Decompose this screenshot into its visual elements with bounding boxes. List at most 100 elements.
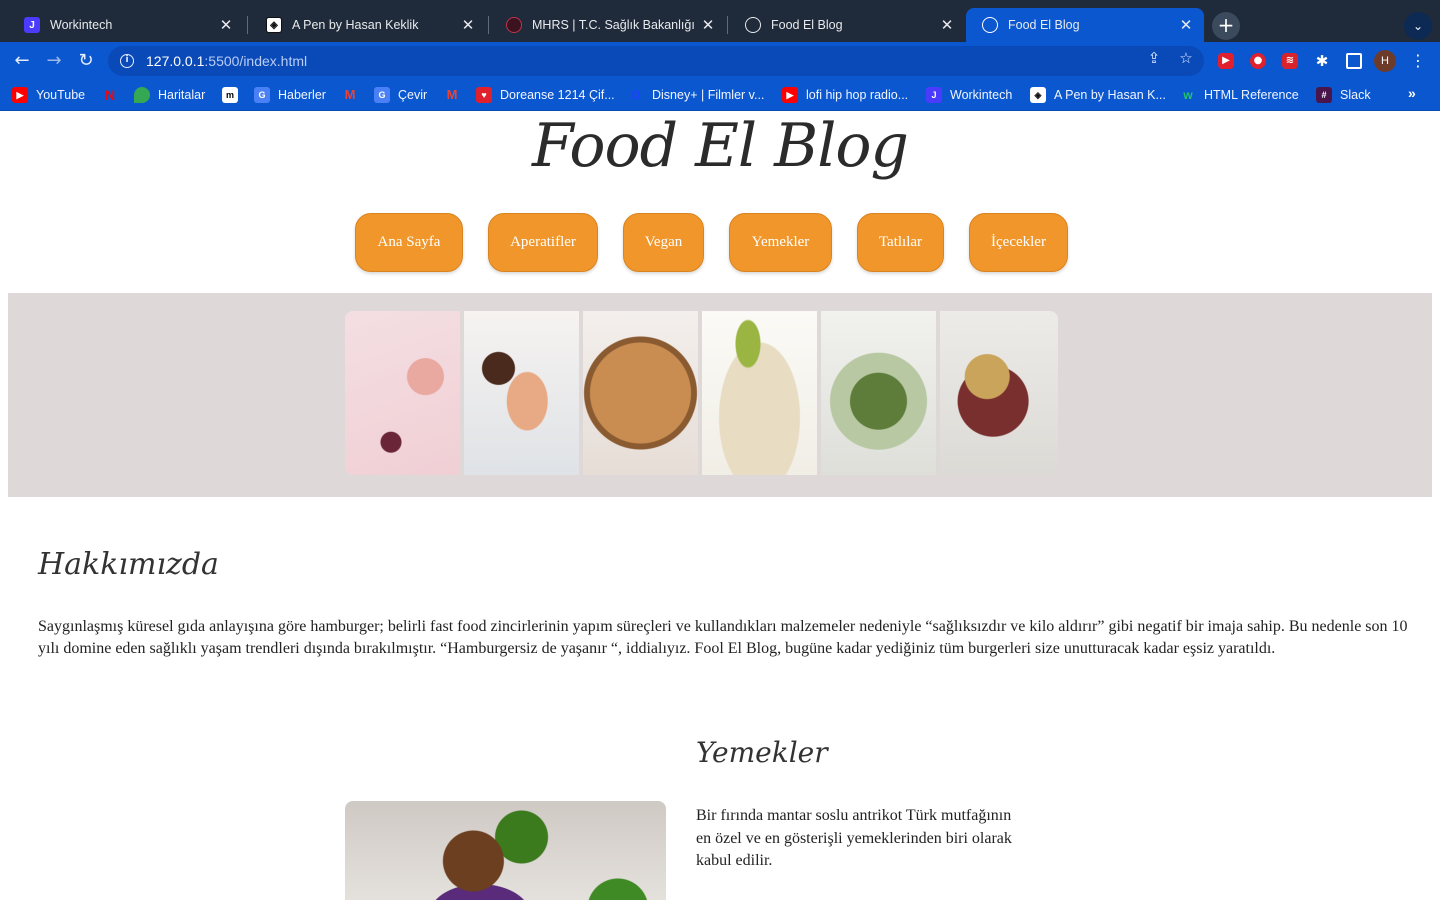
nav-yemekler[interactable]: Yemekler [729,213,832,272]
bookmark-label: HTML Reference [1204,88,1299,102]
bookmark-medium[interactable]: m [222,86,246,104]
page-content: Food El Blog Ana Sayfa Aperatifler Vegan… [0,111,1440,900]
close-icon[interactable]: ✕ [939,16,955,34]
side-panel-icon[interactable] [1346,53,1362,69]
forward-arrow-icon[interactable]: → [42,49,66,73]
bookmark-doreanse[interactable]: ♥ Doreanse 1214 Çif... [476,86,615,104]
more-menu-icon[interactable]: ⋮ [1410,50,1426,72]
codepen-icon: ◈ [1030,87,1046,103]
close-icon[interactable]: ✕ [700,16,716,34]
extension-icon[interactable]: ≋ [1282,53,1298,69]
tab-strip: J Workintech ✕ ◈ A Pen by Hasan Keklik ✕… [0,0,1440,42]
chia-pudding-jar-photo [345,311,460,475]
info-icon[interactable]: i [120,54,134,68]
mushroom-steak-photo [345,801,666,900]
bookmark-slack[interactable]: # Slack [1316,86,1371,104]
netflix-icon: N [104,87,116,103]
puzzle-icon[interactable]: ✱ [1314,53,1330,69]
bookmark-label: Workintech [950,88,1013,102]
back-arrow-icon[interactable]: ← [10,49,34,73]
bookmark-gmail-2[interactable]: M [444,86,468,104]
bookmark-haberler[interactable]: G Haberler [254,86,326,104]
bookmark-html-reference[interactable]: w HTML Reference [1180,86,1299,104]
about-paragraph: Saygınlaşmış küresel gıda anlayışına gör… [38,618,1408,657]
tab-food-el-blog[interactable]: Food El Blog ✕ [729,8,965,42]
tab-codepen[interactable]: ◈ A Pen by Hasan Keklik ✕ [250,8,486,42]
avatar[interactable]: H [1374,50,1396,72]
workintech-icon: J [24,17,40,33]
share-icon[interactable]: ⇪ [1145,49,1163,67]
google-news-icon: G [254,87,270,103]
bookmark-label: Doreanse 1214 Çif... [500,88,615,102]
workintech-icon: J [926,87,942,103]
pear-dish-photo [702,311,817,475]
pie-photo [583,311,698,475]
bookmarks-overflow-button[interactable]: » [1408,85,1416,101]
tab-separator [727,16,728,34]
bookmark-label: lofi hip hop radio... [806,88,909,102]
bookmark-label: A Pen by Hasan K... [1054,88,1166,102]
gmail-icon: M [344,87,356,102]
globe-icon [982,17,998,33]
tab-food-el-blog-active[interactable]: Food El Blog ✕ [966,8,1204,42]
bookmark-cevir[interactable]: G Çevir [374,86,427,104]
tab-workintech[interactable]: J Workintech ✕ [8,8,244,42]
url-path: :5500/index.html [204,53,308,69]
bookmark-netflix[interactable]: N [102,86,126,104]
tab-title: Food El Blog [1008,18,1080,32]
youtube-icon: ▶ [782,87,798,103]
tab-title: Food El Blog [771,18,843,32]
tab-separator [247,16,248,34]
tab-separator [488,16,489,34]
close-icon[interactable]: ✕ [460,16,476,34]
bookmark-workintech[interactable]: J Workintech [926,86,1012,104]
grain-bowl-photo [940,311,1058,475]
food-paragraph: Bir fırında mantar soslu antrikot Türk m… [696,807,1012,869]
nav-ana-sayfa[interactable]: Ana Sayfa [355,213,463,272]
photo-gallery [345,311,1058,475]
chevron-down-icon[interactable]: ⌄ [1404,12,1432,40]
food-heading: Yemekler [696,736,828,769]
nav-aperatifler[interactable]: Aperatifler [488,213,598,272]
new-tab-button[interactable]: + [1212,12,1240,40]
w3-icon: w [1183,88,1193,102]
close-icon[interactable]: ✕ [1178,16,1194,34]
bookmark-maps[interactable]: Haritalar [134,86,205,104]
tab-title: A Pen by Hasan Keklik [292,18,419,32]
tab-title: MHRS | T.C. Sağlık Bakanlığı [532,18,695,32]
bookmark-codepen[interactable]: ◈ A Pen by Hasan K... [1030,86,1166,104]
browser-toolbar: ← → ↻ i 127.0.0.1:5500/index.html ⇪ ☆ ▶ … [0,42,1440,80]
tab-title: Workintech [50,18,113,32]
bookmark-youtube[interactable]: ▶ YouTube [12,86,85,104]
nav-icecekler[interactable]: İçecekler [969,213,1068,272]
reindeer-dessert-photo [464,311,579,475]
slack-icon: # [1316,87,1332,103]
extension-icon[interactable]: ● [1250,53,1266,69]
bookmark-label: Disney+ | Filmler v... [652,88,765,102]
address-bar[interactable]: i 127.0.0.1:5500/index.html [108,46,1204,76]
bookmark-label: YouTube [36,88,86,102]
url-host: 127.0.0.1 [146,53,205,69]
disney-icon: D [631,88,641,102]
codepen-icon: ◈ [266,17,282,33]
close-icon[interactable]: ✕ [218,16,234,34]
site-logo[interactable]: Food El Blog [0,111,1440,181]
nav-vegan[interactable]: Vegan [623,213,704,272]
bookmark-label: Çevir [398,88,428,102]
bookmark-disney[interactable]: D Disney+ | Filmler v... [628,86,765,104]
maps-icon [134,87,150,103]
bookmarks-bar: ▶ YouTube N Haritalar m G Haberler M G Çevi… [0,80,1440,111]
nav-tatlilar[interactable]: Tatlılar [857,213,944,272]
about-heading: Hakkımızda [38,547,219,582]
mhrs-icon [506,17,522,33]
star-icon[interactable]: ☆ [1177,49,1195,67]
tab-mhrs[interactable]: MHRS | T.C. Sağlık Bakanlığı ✕ [490,8,726,42]
salad-bowl-photo [821,311,936,475]
youtube-icon: ▶ [12,87,28,103]
extension-icon[interactable]: ▶ [1218,53,1234,69]
bookmark-gmail[interactable]: M [342,86,366,104]
hero-banner [8,293,1432,497]
reload-icon[interactable]: ↻ [74,49,98,73]
bookmark-label: Haberler [278,88,326,102]
bookmark-lofi[interactable]: ▶ lofi hip hop radio... [782,86,908,104]
